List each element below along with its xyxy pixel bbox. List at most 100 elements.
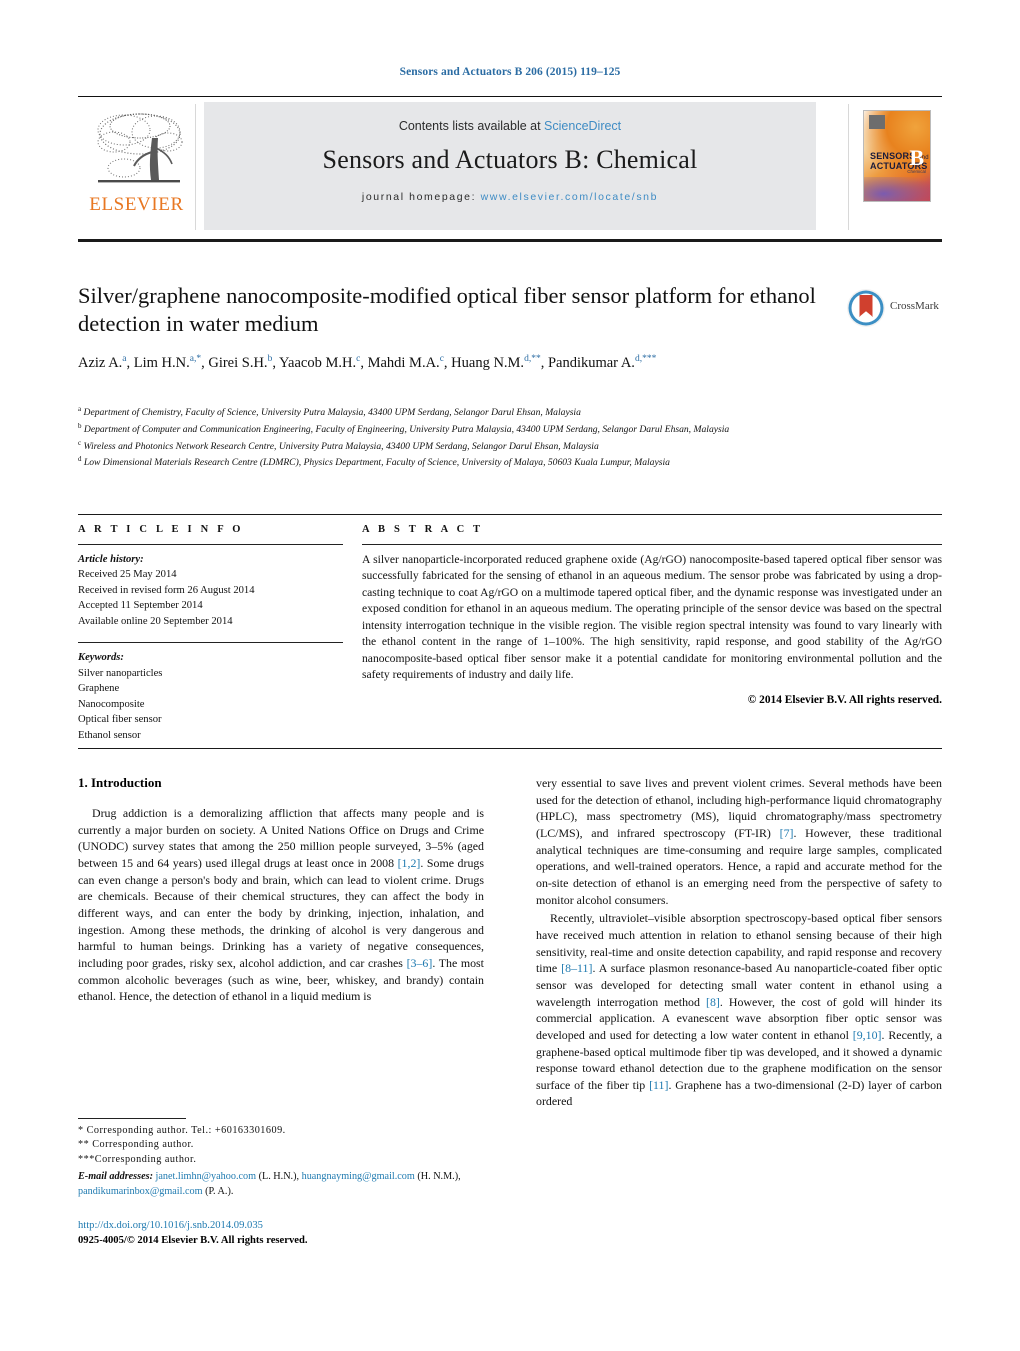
cover-series-letter: B [909,145,924,170]
cover-decorative-blob [864,177,930,201]
keyword-2: Nanocomposite [78,698,145,710]
masthead-center-panel: Contents lists available at ScienceDirec… [204,102,816,230]
article-info-column: A R T I C L E I N F O Article history: R… [78,524,343,743]
paragraph-intro-1: Drug addiction is a demoralizing afflict… [78,805,484,1005]
author-sep: , [360,354,368,371]
footnote-corresponding-3: ***Corresponding author. [78,1153,197,1165]
keyword-0: Silver nanoparticles [78,667,163,679]
affiliation-text: Department of Computer and Communication… [83,423,730,435]
journal-homepage-link[interactable]: www.elsevier.com/locate/snb [481,191,658,203]
email-addresses-label: E-mail addresses: [78,1171,153,1183]
journal-cover-image: SENSORS and ACTUATORS B Chemical [863,110,931,202]
crossmark-icon [847,289,885,327]
history-item-0: Received 25 May 2014 [78,569,177,581]
author-name: Yaacob M.H. [279,354,357,371]
journal-article-page: Sensors and Actuators B 206 (2015) 119–1… [0,0,1020,1351]
sciencedirect-link[interactable]: ScienceDirect [544,119,621,133]
doi-block: http://dx.doi.org/10.1016/j.snb.2014.09.… [78,1218,498,1249]
footnote-corresponding-2: ** Corresponding author. [78,1139,194,1151]
cover-elsevier-mark-icon [869,115,885,129]
title-block: Silver/graphene nanocomposite-modified o… [78,282,838,374]
citation-ref[interactable]: [9,10] [853,1028,882,1042]
author-6: Pandikumar A.d,*** [548,353,657,371]
abstract-rule [362,544,942,545]
citation-ref[interactable]: [7] [780,826,794,840]
cover-series-sub: Chemical [907,169,926,174]
author-name: Aziz A. [78,354,123,371]
paragraph-intro-2: Recently, ultraviolet–visible absorption… [536,910,942,1110]
article-history: Article history: Received 25 May 2014 Re… [78,552,343,629]
author-affil-mark: d,** [524,353,541,364]
abstract-column: A B S T R A C T A silver nanoparticle-in… [362,524,942,706]
article-info-heading: A R T I C L E I N F O [78,524,244,535]
doi-link[interactable]: http://dx.doi.org/10.1016/j.snb.2014.09.… [78,1218,498,1233]
crossmark-label: CrossMark [890,300,939,312]
author-5: Huang N.M.d,**, [451,353,548,371]
affiliation-a: a Department of Chemistry, Faculty of Sc… [78,404,878,421]
info-block-top-rule [78,514,942,515]
affiliation-text: Wireless and Photonics Network Research … [83,440,599,452]
history-item-2: Accepted 11 September 2014 [78,600,203,612]
email-link-2[interactable]: pandikumarinbox@gmail.com [78,1186,203,1197]
keywords-block: Keywords: Silver nanoparticles Graphene … [78,650,343,743]
body-column-left: 1. Introduction Drug addiction is a demo… [78,775,484,1007]
citation-ref[interactable]: [8] [706,995,720,1009]
affiliation-mark: d [78,455,82,464]
journal-homepage-line: journal homepage: www.elsevier.com/locat… [204,191,816,203]
paragraph-intro-continued: very essential to save lives and prevent… [536,775,942,908]
affiliation-list: a Department of Chemistry, Faculty of Sc… [78,404,878,471]
email-link-0[interactable]: janet.limhn@yahoo.com [156,1171,256,1182]
author-2: Girei S.H.b, [208,354,279,371]
affiliation-c: c Wireless and Photonics Network Researc… [78,438,878,455]
abstract-copyright: © 2014 Elsevier B.V. All rights reserved… [747,693,942,706]
author-name: Mahdi M.A. [367,354,440,371]
affiliation-b: b Department of Computer and Communicati… [78,421,878,438]
elsevier-logo: ELSEVIER [84,104,196,230]
author-name: Huang N.M. [451,354,525,371]
author-1: Lim H.N.a,*, [133,353,209,371]
journal-masthead: ELSEVIER Contents lists available at Sci… [78,96,942,242]
keyword-4: Ethanol sensor [78,729,141,741]
author-name: Girei S.H. [208,354,268,371]
email-link-1[interactable]: huangnayming@gmail.com [302,1171,415,1182]
citation-ref[interactable]: [8–11] [561,961,592,975]
crossmark-badge[interactable]: CrossMark [846,288,962,330]
running-head: Sensors and Actuators B 206 (2015) 119–1… [399,66,621,78]
citation-ref[interactable]: [11] [649,1078,668,1092]
citation-ref[interactable]: [1,2] [398,856,421,870]
abstract-heading: A B S T R A C T [362,524,484,535]
keyword-1: Graphene [78,683,120,695]
affiliation-d: d Low Dimensional Materials Research Cen… [78,454,878,471]
citation-ref[interactable]: [3–6] [407,956,433,970]
author-0: Aziz A.a, [78,354,134,371]
author-name: Lim H.N. [133,354,190,371]
affiliation-text: Department of Chemistry, Faculty of Scie… [83,407,581,419]
issn-copyright-line: 0925-4005/© 2014 Elsevier B.V. All right… [78,1235,308,1247]
journal-title: Sensors and Actuators B: Chemical [322,145,698,174]
affiliation-mark: c [78,438,82,447]
footnotes-block: * Corresponding author. Tel.: +601633016… [78,1118,484,1199]
keyword-3: Optical fiber sensor [78,714,162,726]
affiliation-text: Low Dimensional Materials Research Centr… [83,457,670,469]
footnote-separator-rule [78,1118,186,1119]
author-list: Aziz A.a, Lim H.N.a,*, Girei S.H.b, Yaac… [78,353,838,374]
article-info-rule [78,544,343,545]
affiliation-mark: a [78,405,82,413]
author-sep: , [126,354,134,371]
email-attrib-1: (H. N.M.), [414,1171,461,1183]
section-heading-introduction: 1. Introduction [78,775,162,790]
elsevier-tree-icon [90,108,190,196]
contents-available-line: Contents lists available at ScienceDirec… [204,119,816,133]
author-sep: , [540,354,548,371]
masthead-top-rule [78,96,942,97]
page-title: Silver/graphene nanocomposite-modified o… [78,283,816,337]
author-affil-mark: a,* [189,353,202,364]
info-block-bottom-rule [78,748,942,749]
author-3: Yaacob M.H.c, [279,354,368,371]
abstract-text: A silver nanoparticle-incorporated reduc… [362,553,942,682]
author-4: Mahdi M.A.c, [367,354,452,371]
article-history-label: Article history: [78,554,144,565]
history-item-1: Received in revised form 26 August 2014 [78,584,255,596]
author-affil-mark: d,*** [634,353,657,364]
